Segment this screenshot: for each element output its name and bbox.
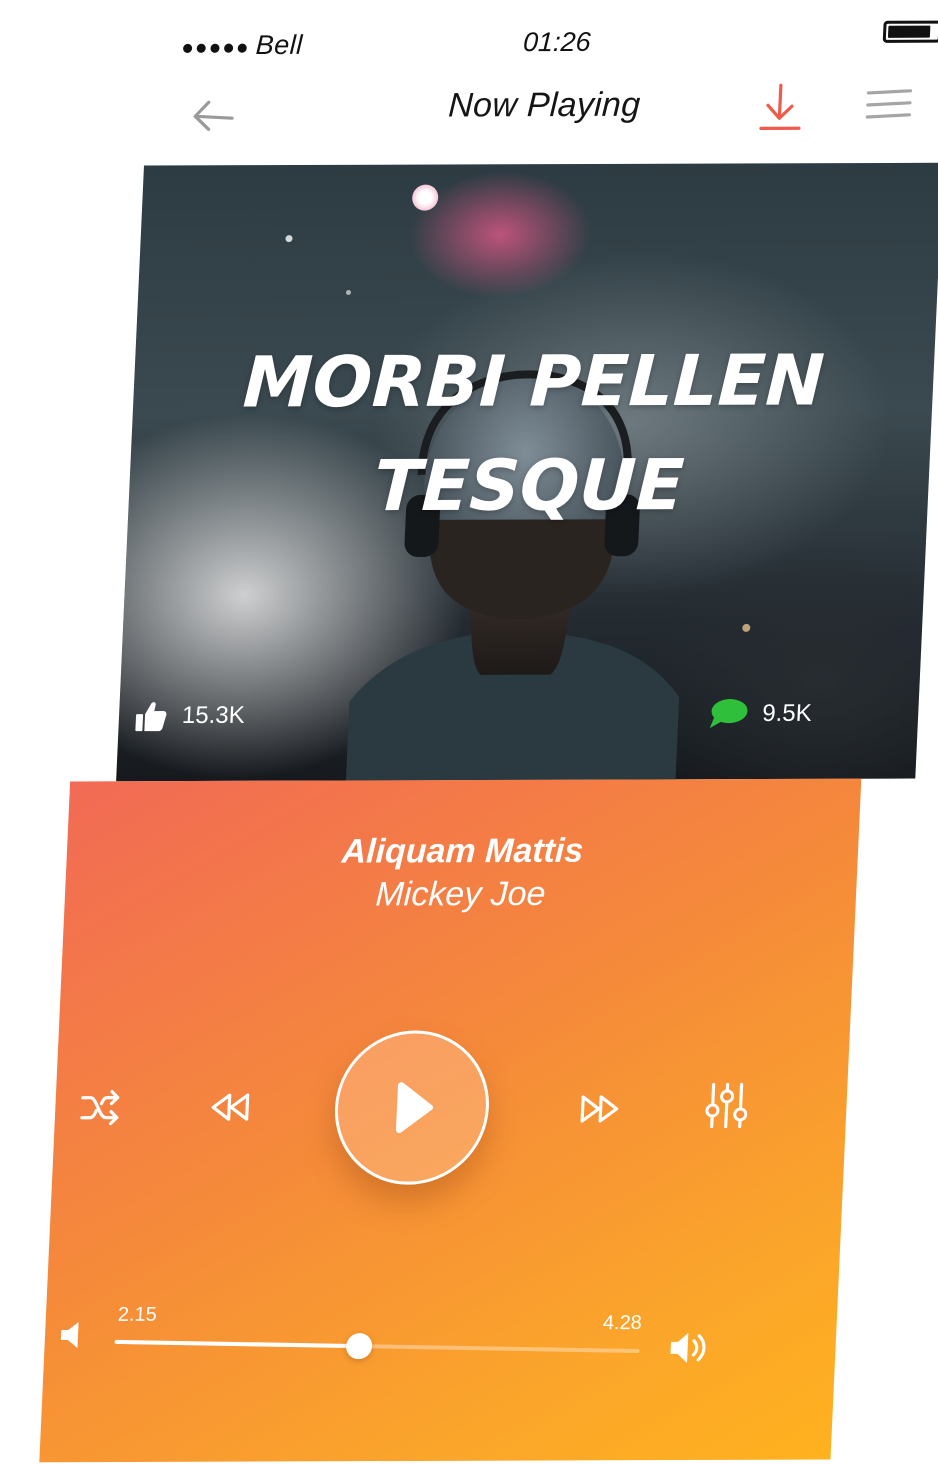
stage-light bbox=[411, 184, 439, 211]
phone-screen: ●●●●● Bell 01:26 Now Playing MORBI PELLE… bbox=[0, 0, 938, 1464]
volume-low-icon bbox=[56, 1318, 88, 1352]
rewind-button[interactable] bbox=[204, 1083, 254, 1131]
stage-light-small bbox=[285, 235, 293, 243]
stage-light-small bbox=[345, 289, 352, 295]
progress-bar[interactable] bbox=[114, 1332, 640, 1360]
chat-bubble-icon bbox=[709, 699, 748, 729]
comments-count: 9.5K bbox=[761, 699, 813, 727]
equalizer-sliders-icon bbox=[705, 1082, 748, 1129]
status-bar: ●●●●● Bell 01:26 bbox=[30, 0, 938, 71]
thumbs-up-icon bbox=[135, 702, 167, 732]
progress-fill bbox=[114, 1339, 359, 1349]
progress-knob[interactable] bbox=[344, 1332, 373, 1360]
page-title: Now Playing bbox=[447, 85, 642, 125]
album-art: MORBI PELLEN TESQUE 15.3K 9.5K bbox=[116, 162, 938, 782]
app-screen: ●●●●● Bell 01:26 Now Playing MORBI PELLE… bbox=[0, 0, 938, 1464]
shuffle-button[interactable] bbox=[76, 1084, 126, 1132]
time-elapsed: 2.15 bbox=[117, 1303, 158, 1326]
arrow-left-icon bbox=[193, 100, 234, 131]
fast-forward-icon bbox=[580, 1095, 619, 1123]
back-button[interactable] bbox=[187, 90, 239, 140]
comments-button[interactable]: 9.5K bbox=[708, 694, 813, 734]
player-panel: Aliquam Mattis Mickey Joe 2.15 4.28 bbox=[39, 778, 862, 1463]
signal-strength-icon: ●●●●● bbox=[180, 36, 251, 60]
battery-full-icon bbox=[882, 20, 938, 43]
download-button[interactable] bbox=[755, 81, 805, 133]
carrier-name: Bell bbox=[255, 29, 304, 61]
volume-high-icon[interactable] bbox=[667, 1328, 713, 1368]
carrier-signal: ●●●●● Bell bbox=[181, 30, 304, 61]
hamburger-menu-icon bbox=[865, 89, 913, 119]
menu-button[interactable] bbox=[865, 85, 913, 125]
fast-forward-button[interactable] bbox=[576, 1085, 626, 1133]
track-name: Aliquam Mattis bbox=[340, 831, 585, 871]
play-icon bbox=[395, 1082, 434, 1134]
track-artist: Mickey Joe bbox=[374, 874, 547, 914]
download-icon bbox=[759, 83, 801, 130]
stage-light-small bbox=[742, 623, 751, 632]
time-total: 4.28 bbox=[602, 1311, 643, 1335]
play-button[interactable] bbox=[331, 1030, 493, 1185]
album-title: MORBI PELLEN TESQUE bbox=[241, 339, 827, 528]
equalizer-button[interactable] bbox=[702, 1079, 752, 1131]
rewind-icon bbox=[211, 1093, 250, 1121]
shuffle-icon bbox=[80, 1090, 120, 1126]
status-time: 01:26 bbox=[522, 26, 592, 58]
nav-bar: Now Playing bbox=[27, 73, 938, 156]
likes-button[interactable]: 15.3K bbox=[133, 696, 245, 736]
likes-count: 15.3K bbox=[181, 701, 246, 730]
